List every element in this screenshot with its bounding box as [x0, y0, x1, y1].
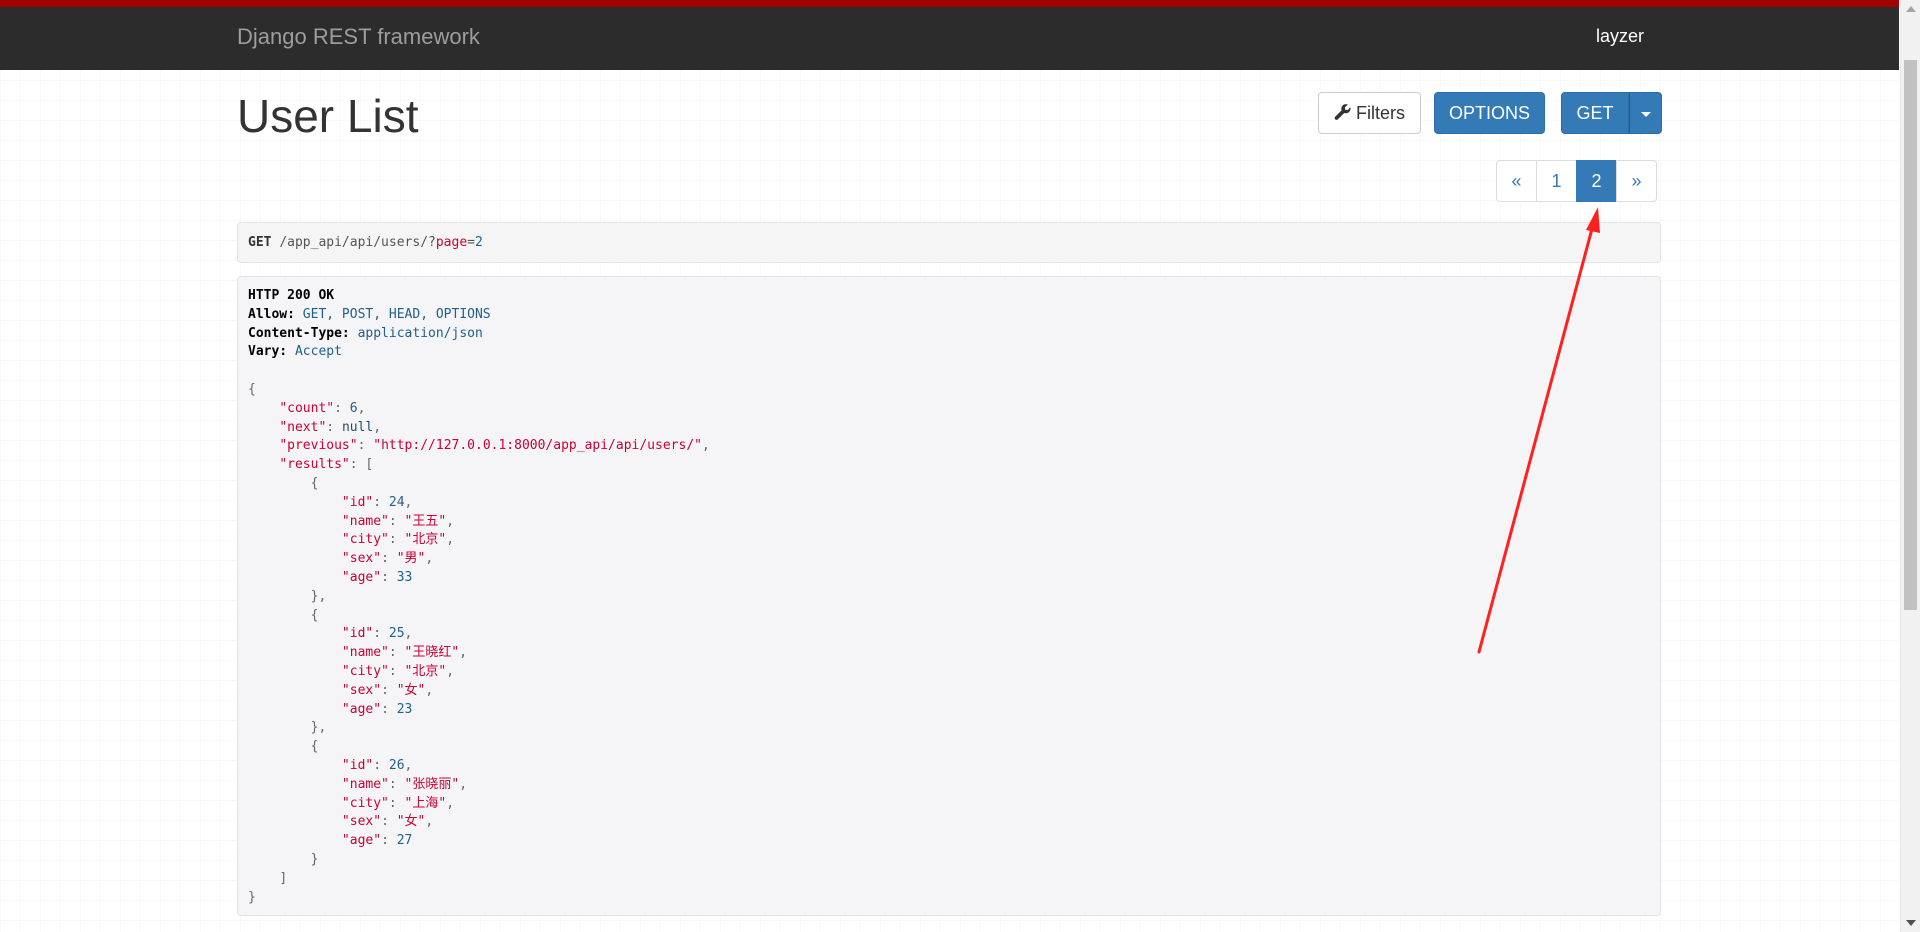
json-line: "age": 33 — [341, 569, 413, 585]
pagination-next[interactable]: » — [1616, 160, 1657, 202]
scrollbar-thumb[interactable] — [1904, 60, 1917, 610]
json-line: "name": "王晓红", — [341, 645, 468, 661]
json-line: } — [248, 889, 256, 905]
json-line: { — [310, 607, 319, 623]
json-line: "name": "张晓丽", — [341, 776, 468, 792]
response-header: Vary: Accept — [248, 344, 342, 360]
json-line: "city": "北京", — [341, 663, 455, 679]
json-line: } — [310, 851, 319, 867]
json-line: "previous": "http://127.0.0.1:8000/app_a… — [279, 438, 710, 454]
previous-link[interactable]: "http://127.0.0.1:8000/app_api/api/users… — [373, 438, 702, 453]
json-line: { — [310, 739, 319, 755]
json-line: { — [310, 475, 319, 491]
vertical-scrollbar[interactable] — [1900, 0, 1920, 932]
json-line: "age": 27 — [341, 833, 413, 849]
json-line: "id": 26, — [341, 757, 413, 773]
json-line: "sex": "女", — [341, 682, 434, 698]
request-info: GET /app_api/api/users/?page=2 — [237, 222, 1661, 263]
top-navbar: Django REST framework layzer — [0, 0, 1899, 70]
caret-down-icon — [1640, 111, 1651, 117]
user-menu[interactable]: layzer — [1596, 26, 1644, 47]
json-line: "sex": "女", — [341, 814, 434, 830]
json-line: ] — [279, 870, 288, 886]
get-format-dropdown-button[interactable] — [1629, 92, 1662, 134]
page-title: User List — [237, 90, 419, 142]
pagination-page-2[interactable]: 2 — [1576, 160, 1617, 202]
response-info: HTTP 200 OK Allow: GET, POST, HEAD, OPTI… — [237, 276, 1661, 916]
response-status: HTTP 200 OK — [248, 288, 335, 303]
json-line: "next": null, — [279, 419, 382, 435]
wrench-icon — [1334, 95, 1352, 135]
response-header: Content-Type: application/json — [248, 325, 483, 341]
json-line: "age": 23 — [341, 701, 413, 717]
json-line: "results": [ — [279, 457, 374, 473]
json-line: "name": "王五", — [341, 513, 455, 529]
json-line: "id": 25, — [341, 626, 413, 642]
response-header: Allow: GET, POST, HEAD, OPTIONS — [248, 306, 491, 322]
scroll-down-arrow-icon[interactable] — [1906, 920, 1916, 926]
filters-label: Filters — [1356, 103, 1405, 123]
json-line: { — [248, 381, 256, 397]
pagination: « 1 2 » — [1496, 160, 1657, 202]
json-line: "id": 24, — [341, 494, 413, 510]
browsable-api-page: Django REST framework layzer User List F… — [0, 0, 1920, 932]
request-path: /app_api/api/users/?page=2 — [279, 235, 483, 250]
scroll-up-arrow-icon[interactable] — [1906, 6, 1916, 12]
json-line: "count": 6, — [279, 400, 366, 416]
json-line: "city": "北京", — [341, 532, 455, 548]
json-line: }, — [310, 588, 327, 604]
filters-button[interactable]: Filters — [1318, 92, 1421, 134]
brand-link[interactable]: Django REST framework — [237, 24, 480, 50]
pagination-previous[interactable]: « — [1496, 160, 1537, 202]
get-button[interactable]: GET — [1561, 92, 1629, 134]
json-line: }, — [310, 720, 327, 736]
options-button[interactable]: OPTIONS — [1434, 92, 1545, 134]
json-line: "city": "上海", — [341, 795, 455, 811]
json-line: "sex": "男", — [341, 551, 434, 567]
pagination-page-1[interactable]: 1 — [1536, 160, 1577, 202]
request-method: GET — [248, 235, 272, 250]
